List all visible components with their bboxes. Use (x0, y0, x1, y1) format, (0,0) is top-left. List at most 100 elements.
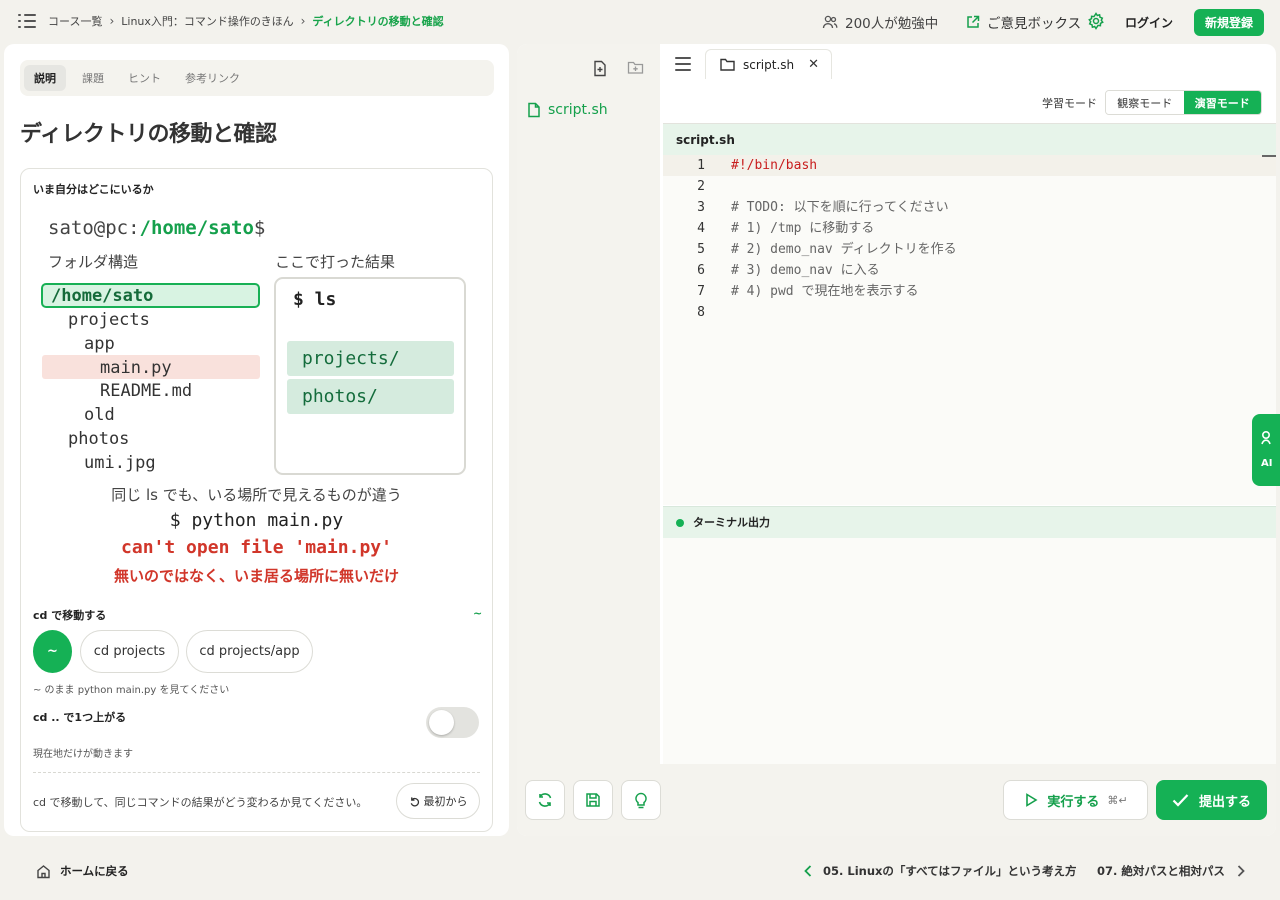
code-line: # 1) /tmp に移動する (731, 221, 875, 236)
interactive-demo-card: いま自分はどこにいるか sato@pc:/home/sato$ フォルダ構造 こ… (20, 168, 493, 832)
current-location-indicator: ~ (473, 607, 483, 620)
cd-projects-button[interactable]: cd projects (80, 630, 179, 673)
terminal-header: ターミナル出力 (663, 506, 1276, 538)
prev-lesson-link[interactable]: 05. Linuxの「すべてはファイル」という考え方 (804, 863, 1076, 879)
new-file-button[interactable] (592, 60, 608, 81)
page-title: ディレクトリの移動と確認 (20, 122, 277, 147)
tree-node-photos: photos (68, 429, 130, 449)
cd-up-heading: cd .. で1つ上がる (33, 711, 127, 724)
prompt-path: /home/sato (139, 217, 254, 239)
check-icon (1172, 794, 1189, 807)
learner-count-text: 200人が勉強中 (845, 16, 939, 32)
cd-heading: cd で移動する (33, 609, 107, 622)
ls-result-box: $ ls projects/ photos/ (274, 277, 466, 475)
run-label: 実行する (1047, 794, 1100, 810)
error-message: can't open file 'main.py' (121, 537, 392, 558)
reset-code-button[interactable] (525, 780, 565, 820)
login-button[interactable]: ログイン (1110, 8, 1188, 36)
undo-icon (410, 796, 419, 806)
ls-result-item: photos/ (287, 379, 454, 414)
file-tab-label: script.sh (743, 57, 795, 72)
prompt-end: $ (253, 217, 266, 239)
ai-icon (1261, 430, 1271, 445)
settings-button[interactable] (1087, 12, 1105, 34)
new-file-icon (594, 60, 606, 77)
editor-toolbar: script.sh ✕ 学習モード 観察モード 演習モード (663, 44, 1276, 124)
file-tab-script[interactable]: script.sh ✕ (705, 49, 832, 79)
tab-references[interactable]: 参考リンク (175, 65, 250, 91)
top-bar: コース一覧 › Linux入門：コマンド操作のきほん › ディレクトリの移動と確… (0, 0, 1280, 43)
practice-mode-button[interactable]: 演習モード (1183, 91, 1261, 114)
code-line: #!/bin/bash (731, 158, 818, 173)
reset-label: 最初から (423, 795, 468, 808)
home-link[interactable]: ホームに戻る (36, 863, 129, 879)
learning-mode-label: 学習モード (1042, 97, 1097, 110)
chevron-right-icon: › (109, 14, 115, 28)
run-button[interactable]: 実行する ⌘↵ (1003, 780, 1148, 820)
code-editor[interactable]: 1 2 3 4 5 6 7 8 #!/bin/bash # TODO: 以下を順… (663, 155, 1276, 505)
cd-home-button[interactable]: ~ (33, 630, 72, 673)
folder-icon (720, 58, 735, 71)
breadcrumb-course-list[interactable]: コース一覧 (48, 13, 102, 29)
observe-mode-button[interactable]: 観察モード (1106, 91, 1184, 114)
chevron-right-icon: › (300, 14, 306, 28)
tab-hint[interactable]: ヒント (118, 65, 171, 91)
code-line: # 2) demo_nav ディレクトリを作る (731, 242, 957, 257)
editor-panel: script.sh script.sh ✕ 学習モード 観察モード 演習モード … (517, 44, 1276, 836)
chevron-right-icon (1237, 865, 1245, 877)
save-button[interactable] (573, 780, 613, 820)
lesson-tabs: 説明 課題 ヒント 参考リンク (20, 60, 494, 96)
line-number: 1 (697, 158, 705, 173)
tree-node-main-py: main.py (100, 358, 172, 378)
refresh-icon (538, 793, 552, 807)
divider (33, 772, 480, 773)
feedback-label: ご意見ボックス (987, 16, 1082, 32)
run-shortcut: ⌘↵ (1107, 793, 1128, 807)
submit-button[interactable]: 提出する (1156, 780, 1267, 820)
line-number: 5 (697, 242, 705, 257)
line-number: 2 (697, 179, 705, 194)
next-lesson-label: 07. 絶対パスと相対パス (1097, 864, 1225, 878)
result-label: ここで打った結果 (275, 253, 396, 271)
tree-node-app: app (84, 334, 115, 354)
feedback-link[interactable]: ご意見ボックス (966, 12, 1081, 32)
code-line: # 3) demo_nav に入る (731, 263, 880, 278)
play-icon (1026, 793, 1038, 807)
cd-up-toggle[interactable] (426, 707, 479, 738)
lesson-navigation: ホームに戻る 05. Linuxの「すべてはファイル」という考え方 07. 絶対… (0, 846, 1280, 900)
editor-actions: 実行する ⌘↵ 提出する (517, 764, 1276, 836)
cd-projects-app-button[interactable]: cd projects/app (186, 630, 313, 673)
hint-button[interactable] (621, 780, 661, 820)
code-line: # 4) pwd で現在地を表示する (731, 284, 919, 299)
tab-explanation[interactable]: 説明 (24, 65, 66, 91)
line-number: 8 (697, 305, 705, 320)
scrollbar-marker (1262, 155, 1276, 157)
signup-button[interactable]: 新規登録 (1194, 9, 1264, 36)
next-lesson-link[interactable]: 07. 絶対パスと相対パス (1097, 863, 1245, 879)
users-icon (822, 15, 838, 29)
editor-menu-icon[interactable] (675, 57, 691, 71)
ls-result-item: projects/ (287, 341, 454, 376)
file-icon (528, 102, 540, 118)
tab-task[interactable]: 課題 (72, 65, 114, 91)
error-note: 無いのではなく、いま居る場所に無いだけ (113, 567, 399, 585)
tree-node-home: /home/sato (51, 286, 154, 306)
ls-command: $ ls (293, 289, 337, 310)
chevron-left-icon (804, 865, 812, 877)
close-icon[interactable]: ✕ (808, 57, 819, 72)
ai-tab-label: AI (1261, 458, 1273, 469)
menu-icon[interactable] (18, 13, 36, 29)
breadcrumb-course[interactable]: Linux入門：コマンド操作のきほん (121, 13, 293, 29)
ai-assistant-tab[interactable]: AI (1252, 414, 1280, 486)
terminal-header-label: ターミナル出力 (693, 516, 770, 529)
mode-switch: 観察モード 演習モード (1105, 90, 1262, 115)
reset-button[interactable]: 最初から (396, 783, 480, 819)
new-folder-button[interactable] (627, 60, 644, 79)
file-tree-item-script[interactable]: script.sh (527, 102, 608, 118)
code-header: script.sh (663, 123, 1276, 155)
line-number: 3 (697, 200, 705, 215)
gear-icon (1088, 12, 1104, 30)
python-command: $ python main.py (169, 510, 344, 531)
line-number: 6 (697, 263, 705, 278)
terminal-output (663, 538, 1276, 764)
